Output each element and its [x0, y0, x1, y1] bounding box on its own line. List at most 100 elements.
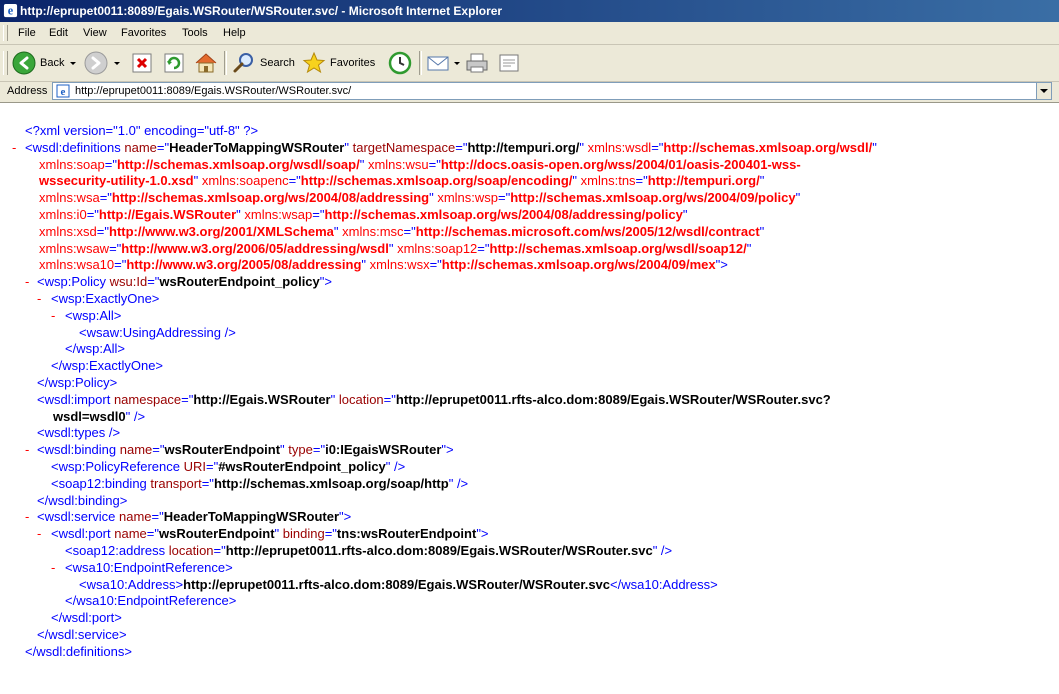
xml-markup: =" [635, 173, 648, 189]
mail-dropdown-icon[interactable] [452, 51, 462, 75]
xml-markup: =" [455, 139, 468, 155]
favorites-button[interactable]: Favorites [302, 49, 375, 77]
xml-attribute-name: name [116, 442, 153, 458]
collapse-toggle[interactable]: - [51, 308, 55, 325]
xml-namespace-value: http://schemas.microsoft.com/ws/2005/12/… [415, 223, 760, 239]
title-bar[interactable]: e http://eprupet0011:8089/Egais.WSRouter… [0, 0, 1059, 22]
standard-toolbar: Back Search Favorites [0, 45, 1059, 82]
xml-line: </wsdl:definitions> [25, 644, 132, 661]
xml-line: </wsdl:binding> [37, 493, 127, 510]
xml-namespace-name: xmlns:wsu [364, 156, 429, 172]
toolbar-grip[interactable] [3, 51, 8, 75]
edit-button[interactable] [497, 49, 521, 77]
search-button-label: Search [260, 57, 295, 69]
xml-markup: wsp:ExactlyOne [62, 358, 156, 374]
edit-page-icon [499, 54, 519, 72]
xml-markup: soap12:address [72, 543, 166, 558]
menu-view[interactable]: View [77, 22, 113, 44]
xml-markup: =" [99, 190, 112, 206]
xml-markup: =" [152, 442, 165, 458]
xml-namespace-value: http://schemas.xmlsoap.org/ws/2004/08/ad… [111, 190, 430, 206]
menu-edit[interactable]: Edit [43, 22, 74, 44]
xml-line: xmlns:i0="http://Egais.WSRouter" xmlns:w… [39, 207, 687, 224]
xml-namespace-value: http://www.w3.org/2001/XMLSchema [109, 223, 334, 239]
xml-line: <wsdl:service name="HeaderToMappingWSRou… [37, 509, 351, 526]
xml-markup: /> [657, 543, 673, 558]
xml-attribute-name: URI [179, 459, 206, 474]
xml-markup: /> [221, 324, 236, 340]
xml-markup: =" [324, 526, 337, 542]
xml-namespace-name: xmlns:soapenc [198, 173, 289, 189]
xml-markup: > [710, 576, 718, 592]
history-icon [388, 51, 412, 75]
home-button[interactable] [194, 49, 218, 77]
xml-namespace-name: xmlns:i0 [39, 207, 87, 222]
xml-namespace-value: wssecurity-utility-1.0.xsd [39, 173, 194, 189]
collapse-toggle[interactable]: - [37, 291, 41, 308]
xml-namespace-value: http://schemas.xmlsoap.org/wsdl/soap/ [116, 156, 360, 172]
xml-markup: wsdl:port [62, 610, 115, 626]
refresh-button[interactable] [163, 49, 185, 77]
xml-attribute-value: wsdl=wsdl0 [53, 408, 126, 424]
address-input[interactable]: e http://eprupet0011:8089/Egais.WSRouter… [52, 82, 1038, 100]
menu-bar-grip[interactable] [3, 25, 8, 41]
xml-markup: > [175, 576, 184, 592]
xml-markup: " [746, 240, 752, 256]
xml-markup: =" [86, 207, 99, 222]
menu-help[interactable]: Help [217, 22, 252, 44]
back-button-label: Back [40, 57, 65, 69]
xml-markup: =" [109, 240, 122, 256]
print-button[interactable] [465, 49, 489, 77]
back-dropdown-icon[interactable] [68, 51, 78, 75]
collapse-toggle[interactable]: - [25, 442, 29, 459]
xml-line: </wsp:ExactlyOne> [51, 358, 163, 375]
xml-markup: /> [390, 459, 406, 474]
history-button[interactable] [388, 49, 412, 77]
xml-markup: =" [288, 173, 301, 189]
menu-favorites[interactable]: Favorites [115, 22, 172, 44]
forward-dropdown-icon[interactable] [112, 51, 122, 75]
xml-attribute-value: tns:wsRouterEndpoint [336, 526, 477, 542]
stop-icon [132, 53, 152, 73]
xml-attribute-value: http://eprupet0011.rfts-alco.dom:8089/Eg… [225, 543, 653, 558]
menu-file[interactable]: File [12, 22, 42, 44]
xml-markup: " [759, 173, 765, 189]
xml-markup: =" [312, 442, 326, 458]
xml-attribute-value: i0:IEgaisWSRouter [325, 442, 442, 458]
collapse-toggle[interactable]: - [51, 560, 55, 577]
xml-namespace-value: http://Egais.WSRouter [98, 207, 237, 222]
collapse-toggle[interactable]: - [37, 526, 41, 543]
xml-document-view: <?xml version="1.0" encoding="utf-8" ?> … [0, 103, 1059, 694]
xml-markup: " [682, 207, 688, 222]
xml-markup: wsa10:Address [86, 576, 176, 592]
xml-attribute-name: transport [146, 475, 202, 491]
xml-attribute-value: HeaderToMappingWSRouter [169, 139, 345, 155]
xml-markup: < [79, 576, 87, 592]
xml-markup: wsdl:definitions [36, 643, 125, 659]
xml-markup: wsp:ExactlyOne [58, 291, 152, 306]
xml-attribute-name: type [284, 442, 313, 458]
xml-markup: > [124, 643, 132, 659]
stop-button[interactable] [131, 49, 153, 77]
search-button[interactable]: Search [232, 49, 295, 77]
xml-line: <soap12:address location="http://eprupet… [65, 543, 672, 560]
back-button[interactable]: Back [12, 49, 78, 77]
xml-markup: > [113, 307, 122, 323]
address-dropdown-button[interactable] [1036, 82, 1052, 100]
menu-tools[interactable]: Tools [176, 22, 214, 44]
xml-markup: wsa10:EndpointReference [72, 559, 226, 575]
xml-attribute-value: wsRouterEndpoint [164, 442, 281, 458]
printer-icon [466, 53, 488, 73]
mail-button[interactable] [426, 49, 462, 77]
xml-namespace-value: http://schemas.xmlsoap.org/soap/encoding… [300, 173, 573, 189]
forward-button[interactable] [84, 49, 122, 77]
xml-line: <wsdl:port name="wsRouterEndpoint" bindi… [51, 526, 489, 543]
xml-attribute-value: http://Egais.WSRouter [193, 391, 331, 407]
back-arrow-icon [12, 51, 36, 75]
xml-line: wssecurity-utility-1.0.xsd " xmlns:soapen… [39, 173, 764, 190]
collapse-toggle[interactable]: - [12, 140, 16, 157]
xml-attribute-value: #wsRouterEndpoint_policy [218, 459, 386, 474]
collapse-toggle[interactable]: - [25, 509, 29, 526]
xml-markup: > [225, 559, 233, 575]
collapse-toggle[interactable]: - [25, 274, 29, 291]
